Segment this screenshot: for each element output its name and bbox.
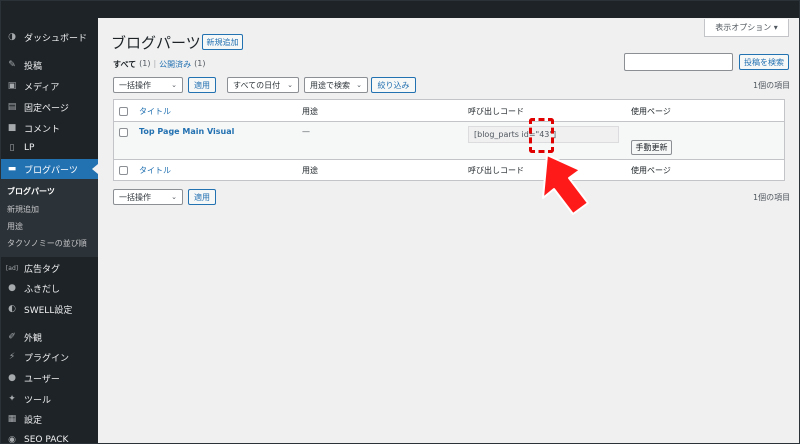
- balloon-icon: ●: [8, 283, 16, 293]
- dashboard-icon: ◑: [8, 32, 16, 42]
- item-count-bottom: 1個の項目: [753, 193, 791, 202]
- posts-table: タイトル 用途 呼び出しコード 使用ページ Top Page Main Visu…: [113, 99, 785, 181]
- blog-parts-icon: ▬: [7, 164, 17, 174]
- chevron-down-icon: ⌄: [171, 193, 177, 201]
- seo-icon: ◉: [8, 435, 16, 444]
- column-code-header: 呼び出しコード: [468, 107, 524, 116]
- column-usage-header: 用途: [302, 107, 318, 116]
- user-icon: ●: [8, 373, 16, 383]
- chevron-down-icon: ⌄: [171, 81, 177, 89]
- filter-all-count: (1): [139, 59, 151, 68]
- menu-plugins[interactable]: ⚡ プラグイン: [1, 347, 98, 367]
- menu-blog-parts[interactable]: ▬ ブログパーツ: [1, 159, 98, 179]
- bulk-action-select-top[interactable]: 一括操作 ⌄: [113, 77, 183, 93]
- apply-button-bottom[interactable]: 適用: [188, 189, 216, 205]
- search-input[interactable]: [624, 53, 733, 71]
- column-pages-header: 使用ページ: [631, 107, 671, 116]
- chevron-down-icon: ⌄: [287, 81, 293, 89]
- menu-settings[interactable]: ▦ 設定: [1, 409, 98, 429]
- submenu-taxonomy-order[interactable]: タクソノミーの並び順: [7, 238, 87, 249]
- screen-options-button[interactable]: 表示オプション ▾: [704, 19, 789, 37]
- menu-comments[interactable]: ■ コメント: [1, 118, 98, 138]
- menu-lp[interactable]: ▯ LP: [1, 138, 98, 158]
- manual-update-button[interactable]: 手動更新: [631, 140, 672, 155]
- pin-icon: ✎: [8, 60, 16, 70]
- filter-button[interactable]: 絞り込み: [371, 77, 416, 93]
- submenu-blog-parts[interactable]: ブログパーツ: [7, 186, 55, 197]
- submenu-usage[interactable]: 用途: [7, 221, 23, 232]
- select-all-checkbox-top[interactable]: [119, 107, 128, 116]
- page-icon: ▤: [7, 102, 17, 112]
- main-content: 表示オプション ▾ ブログパーツ 新規追加 すべて (1) | 公開済み (1)…: [98, 18, 799, 443]
- row-usage: —: [302, 127, 310, 136]
- bulk-action-select-bottom[interactable]: 一括操作 ⌄: [113, 189, 183, 205]
- menu-appearance[interactable]: ✐ 外観: [1, 327, 98, 347]
- usage-filter-select[interactable]: 用途で検索 ⌄: [304, 77, 368, 93]
- column-title-footer[interactable]: タイトル: [139, 165, 171, 176]
- comment-icon: ■: [7, 123, 17, 133]
- table-row: Top Page Main Visual — [blog_parts id="4…: [114, 122, 784, 159]
- filter-separator: |: [153, 59, 157, 68]
- media-icon: ▣: [7, 81, 17, 91]
- item-count-top: 1個の項目: [753, 81, 791, 90]
- submenu-add-new[interactable]: 新規追加: [7, 204, 39, 215]
- ad-icon: [ad]: [5, 264, 19, 272]
- chevron-down-icon: ⌄: [356, 81, 362, 89]
- document-icon: ▯: [9, 143, 15, 153]
- filter-all[interactable]: すべて: [113, 59, 136, 70]
- status-filters: すべて (1) | 公開済み (1): [113, 59, 206, 70]
- divider: [114, 159, 784, 160]
- column-code-footer: 呼び出しコード: [468, 166, 524, 175]
- menu-ad-tags[interactable]: [ad] 広告タグ: [1, 258, 98, 278]
- select-all-checkbox-bottom[interactable]: [119, 166, 128, 175]
- screen: ◑ ダッシュボード ✎ 投稿 ▣ メディア ▤ 固定ページ ■ コメント ▯ LP ▬ ブログ…: [0, 0, 800, 444]
- admin-bar: [1, 1, 799, 18]
- settings-icon: ▦: [7, 414, 17, 424]
- menu-seo-pack[interactable]: ◉ SEO PACK: [1, 430, 98, 444]
- menu-users[interactable]: ● ユーザー: [1, 368, 98, 388]
- column-title-header[interactable]: タイトル: [139, 106, 171, 117]
- brush-icon: ✐: [8, 332, 16, 342]
- menu-posts[interactable]: ✎ 投稿: [1, 55, 98, 75]
- filter-published-count: (1): [194, 59, 206, 68]
- menu-dashboard[interactable]: ◑ ダッシュボード: [1, 27, 98, 47]
- menu-balloon[interactable]: ● ふきだし: [1, 278, 98, 298]
- column-usage-footer: 用途: [302, 166, 318, 175]
- row-title-link[interactable]: Top Page Main Visual: [139, 127, 234, 136]
- date-filter-select[interactable]: すべての日付 ⌄: [227, 77, 299, 93]
- menu-swell-settings[interactable]: ◐ SWELL設定: [1, 299, 98, 319]
- highlight-box: [529, 118, 554, 153]
- add-new-button[interactable]: 新規追加: [202, 34, 243, 50]
- row-checkbox[interactable]: [119, 128, 128, 137]
- column-pages-footer: 使用ページ: [631, 166, 671, 175]
- apply-button-top[interactable]: 適用: [188, 77, 216, 93]
- search-posts-button[interactable]: 投稿を検索: [739, 54, 789, 70]
- swell-icon: ◐: [8, 304, 16, 314]
- menu-media[interactable]: ▣ メディア: [1, 76, 98, 96]
- blog-parts-submenu: ブログパーツ 新規追加 用途 タクソノミーの並び順: [1, 179, 98, 257]
- filter-published[interactable]: 公開済み: [159, 59, 191, 70]
- page-title: ブログパーツ: [111, 34, 201, 52]
- plugin-icon: ⚡: [8, 352, 16, 362]
- menu-pages[interactable]: ▤ 固定ページ: [1, 97, 98, 117]
- red-arrow-icon: [542, 154, 589, 215]
- wrench-icon: ✦: [8, 394, 16, 404]
- menu-tools[interactable]: ✦ ツール: [1, 389, 98, 409]
